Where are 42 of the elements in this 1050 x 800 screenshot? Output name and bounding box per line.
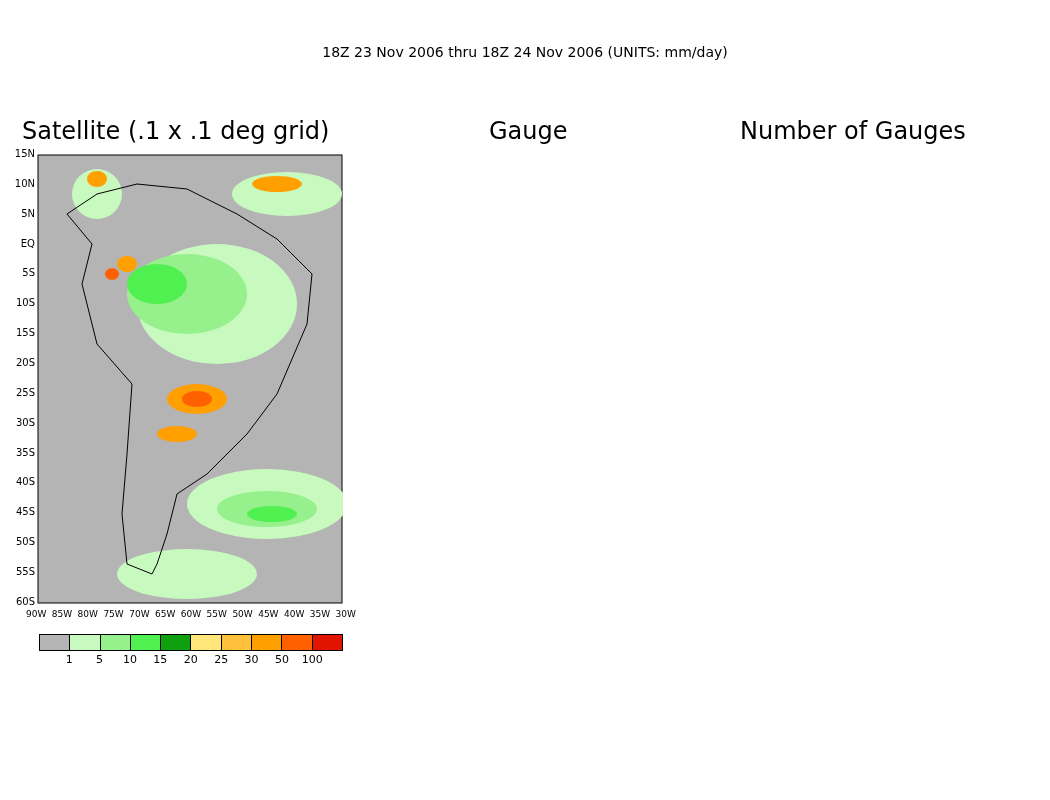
longitude-label: 50W xyxy=(232,608,253,620)
latitude-label: 30S xyxy=(15,416,35,429)
latitude-label: 60S xyxy=(15,595,35,608)
plot-title: 18Z 23 Nov 2006 thru 18Z 24 Nov 2006 (UNITS: mm/day) xyxy=(322,43,728,62)
longitude-label: 60W xyxy=(180,608,202,620)
scale-label: 100 xyxy=(301,653,323,667)
scale-label: 50 xyxy=(274,653,289,667)
longitude-label: 35W xyxy=(309,608,331,620)
panel-title: Gauge xyxy=(489,118,569,144)
scale-label: 10 xyxy=(122,653,137,667)
latitude-label: 55S xyxy=(15,566,35,579)
scale-label: 5 xyxy=(96,653,104,667)
scale-label: 15 xyxy=(153,653,168,667)
scale-label: 25 xyxy=(214,653,229,667)
scale-label: 1 xyxy=(65,653,73,667)
panel-title: Satellite (.1 x .1 deg grid) xyxy=(22,118,331,144)
longitude-label: 85W xyxy=(51,608,73,620)
latitude-label: 10N xyxy=(14,177,35,190)
scale-label: 30 xyxy=(244,653,259,667)
latitude-label: 5S xyxy=(22,267,35,280)
latitude-label: 20S xyxy=(15,357,35,369)
latitude-label: 5N xyxy=(21,207,35,220)
longitude-label: 75W xyxy=(103,608,124,620)
longitude-label: 70W xyxy=(129,608,150,620)
longitude-label: 80W xyxy=(77,608,98,620)
longitude-label: 40W xyxy=(283,608,305,620)
latitude-label: 40S xyxy=(15,476,35,489)
latitude-label: 50S xyxy=(15,536,35,549)
longitude-label: 45W xyxy=(258,608,279,620)
latitude-label: 25S xyxy=(15,386,35,399)
latitude-label: 45S xyxy=(15,506,35,519)
panel-title: Number of Gauges xyxy=(740,118,967,144)
scale-label: 20 xyxy=(183,653,198,667)
latitude-label: 15N xyxy=(14,148,35,160)
longitude-label: 65W xyxy=(155,608,176,620)
latitude-label: 10S xyxy=(15,297,35,310)
longitude-label: 90W xyxy=(26,608,47,620)
latitude-label: 35S xyxy=(15,446,35,459)
longitude-label: 30W xyxy=(335,608,356,620)
latitude-label: 15S xyxy=(15,327,35,340)
latitude-label: EQ xyxy=(20,237,35,250)
longitude-label: 55W xyxy=(206,608,227,620)
